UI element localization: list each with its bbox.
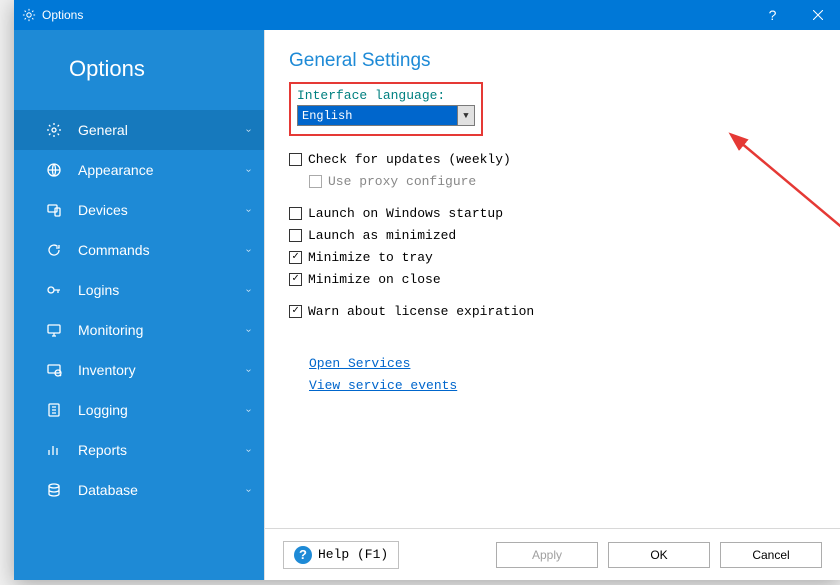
sidebar-item-label: Appearance [78,162,247,178]
checkbox-unchecked[interactable] [289,153,302,166]
language-select[interactable]: English ▼ [297,105,475,126]
link-open-services[interactable]: Open Services [309,356,816,371]
help-button[interactable]: ? [750,0,795,30]
apply-button[interactable]: Apply [496,542,598,568]
devices-icon [44,202,64,218]
reports-icon [44,442,64,458]
check-warn-license-row[interactable]: ✓ Warn about license expiration [289,304,816,319]
sidebar-item-label: Reports [78,442,247,458]
sidebar-item-commands[interactable]: Commands › [14,230,264,270]
sidebar-item-general[interactable]: General › [14,110,264,150]
chevron-right-icon: › [243,448,254,451]
chevron-right-icon: › [243,288,254,291]
sidebar-item-label: Inventory [78,362,247,378]
chevron-right-icon: › [243,368,254,371]
link-view-events[interactable]: View service events [309,378,816,393]
window-title: Options [42,8,750,22]
chevron-right-icon: › [243,248,254,251]
globe-icon [44,162,64,178]
check-launch-startup-row[interactable]: Launch on Windows startup [289,206,816,221]
checkbox-disabled [309,175,322,188]
sidebar-item-monitoring[interactable]: Monitoring › [14,310,264,350]
sidebar-item-label: Logging [78,402,247,418]
dropdown-arrow-icon: ▼ [457,106,474,125]
logging-icon [44,402,64,418]
inventory-icon [44,362,64,378]
check-updates-row[interactable]: Check for updates (weekly) [289,152,816,167]
checkbox-unchecked[interactable] [289,207,302,220]
sidebar-item-label: Database [78,482,247,498]
sidebar-item-logging[interactable]: Logging › [14,390,264,430]
cancel-button[interactable]: Cancel [720,542,822,568]
chevron-right-icon: › [243,128,254,131]
app-icon [22,8,36,22]
sidebar-item-reports[interactable]: Reports › [14,430,264,470]
chevron-right-icon: › [243,168,254,171]
sidebar-item-devices[interactable]: Devices › [14,190,264,230]
chevron-right-icon: › [243,328,254,331]
check-minimize-tray-row[interactable]: ✓ Minimize to tray [289,250,816,265]
sidebar-item-label: Monitoring [78,322,247,338]
sidebar-item-inventory[interactable]: Inventory › [14,350,264,390]
gear-icon [44,122,64,138]
refresh-icon [44,242,64,258]
check-minimize-close-row[interactable]: ✓ Minimize on close [289,272,816,287]
sidebar-item-label: Commands [78,242,247,258]
help-icon: ? [294,546,312,564]
sidebar-item-label: General [78,122,247,138]
options-dialog: Options ? Options General › Appearance › [14,0,840,580]
database-icon [44,482,64,498]
sidebar-item-label: Logins [78,282,247,298]
checkbox-checked[interactable]: ✓ [289,305,302,318]
help-f1-button[interactable]: ? Help (F1) [283,541,399,569]
monitor-icon [44,322,64,338]
language-value: English [302,109,352,123]
close-button[interactable] [795,0,840,30]
footer: ? Help (F1) Apply OK Cancel [265,528,840,580]
checkbox-checked[interactable]: ✓ [289,273,302,286]
checkbox-checked[interactable]: ✓ [289,251,302,264]
check-launch-minimized-row[interactable]: Launch as minimized [289,228,816,243]
checkbox-unchecked[interactable] [289,229,302,242]
chevron-right-icon: › [243,488,254,491]
key-icon [44,282,64,298]
check-proxy-row: Use proxy configure [309,174,816,189]
sidebar-item-database[interactable]: Database › [14,470,264,510]
sidebar-header: Options [14,38,264,110]
language-label: Interface language: [297,88,475,103]
page-title: General Settings [289,50,816,72]
titlebar: Options ? [14,0,840,30]
content-panel: General Settings Interface language: Eng… [264,30,840,580]
sidebar-item-label: Devices [78,202,247,218]
annotation-highlight-box: Interface language: English ▼ [289,82,483,136]
sidebar: Options General › Appearance › Devices ›… [14,30,264,580]
sidebar-item-logins[interactable]: Logins › [14,270,264,310]
sidebar-item-appearance[interactable]: Appearance › [14,150,264,190]
chevron-right-icon: › [243,208,254,211]
chevron-right-icon: › [243,408,254,411]
ok-button[interactable]: OK [608,542,710,568]
